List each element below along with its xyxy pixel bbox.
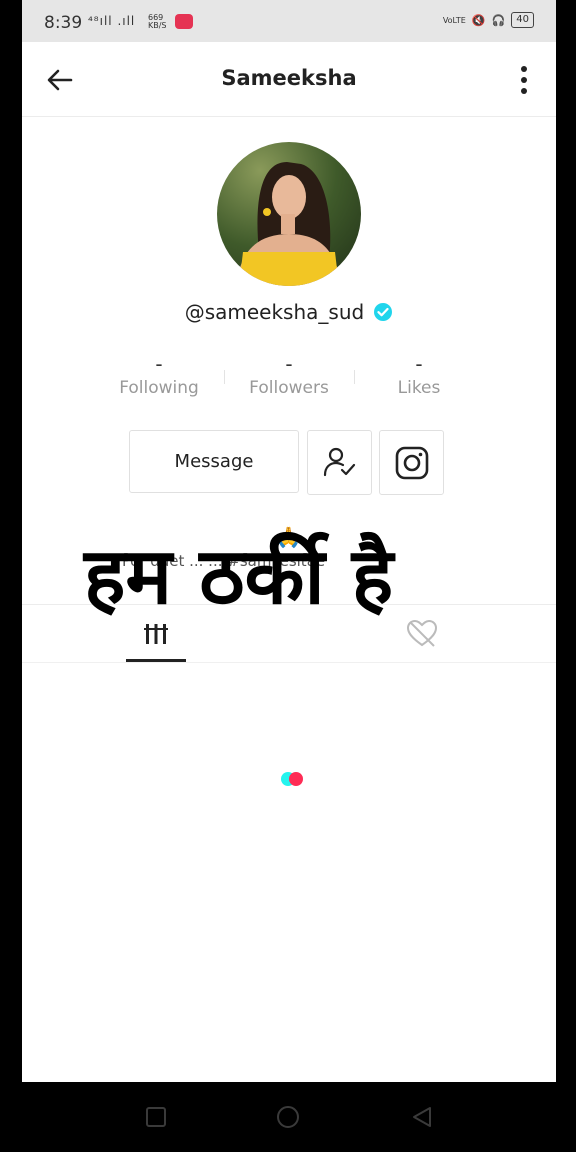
signal-icon: ⁴⁸ıll .ıll <box>88 14 136 28</box>
user-check-icon <box>323 447 355 476</box>
following-count: - <box>155 352 163 376</box>
app-header: Sameeksha <box>22 42 556 117</box>
profile-handle: @sameeksha_sud <box>184 300 365 324</box>
verified-badge-icon <box>374 303 393 321</box>
network-speed: 669 KB/S <box>148 14 167 30</box>
headphones-icon: 🎧 <box>491 13 506 27</box>
tabs-bottom-divider <box>22 662 556 663</box>
following-label: Following <box>119 378 199 398</box>
stat-following[interactable]: - Following <box>94 352 224 398</box>
stat-followers[interactable]: - Followers <box>224 352 354 398</box>
battery-icon: 40 <box>511 12 534 28</box>
following-status-button[interactable] <box>307 430 372 495</box>
message-button[interactable]: Message <box>129 430 299 493</box>
followers-label: Followers <box>249 378 329 398</box>
avatar-photo <box>237 162 341 286</box>
instagram-icon <box>395 446 428 479</box>
more-vertical-icon[interactable] <box>516 64 532 96</box>
avatar[interactable] <box>217 142 361 286</box>
status-bar: 8:39 ⁴⁸ıll .ıll 669 KB/S VoLTE 🔇 🎧 40 <box>22 0 556 42</box>
app-screen: 8:39 ⁴⁸ıll .ıll 669 KB/S VoLTE 🔇 🎧 40 Sa… <box>22 0 556 1082</box>
speed-unit: KB/S <box>148 21 167 30</box>
instagram-button[interactable] <box>379 430 444 495</box>
volte-icon: VoLTE <box>442 15 466 25</box>
overlay-caption: हम ठर्की है <box>84 532 394 622</box>
triangle-back-icon[interactable] <box>410 1105 434 1129</box>
square-icon[interactable] <box>144 1105 168 1129</box>
page-title: Sameeksha <box>221 66 357 90</box>
mute-icon: 🔇 <box>471 13 486 27</box>
status-time: 8:39 <box>44 13 83 33</box>
loading-spinner-icon <box>281 772 303 786</box>
likes-count: - <box>415 352 423 376</box>
profile-handle-row: @sameeksha_sud <box>22 300 556 324</box>
likes-label: Likes <box>397 378 441 398</box>
stat-likes[interactable]: - Likes <box>354 352 484 398</box>
status-right-icons: VoLTE 🔇 🎧 40 <box>443 12 534 28</box>
screen-record-icon <box>175 14 193 29</box>
circle-icon[interactable] <box>276 1105 300 1129</box>
followers-count: - <box>285 352 293 376</box>
